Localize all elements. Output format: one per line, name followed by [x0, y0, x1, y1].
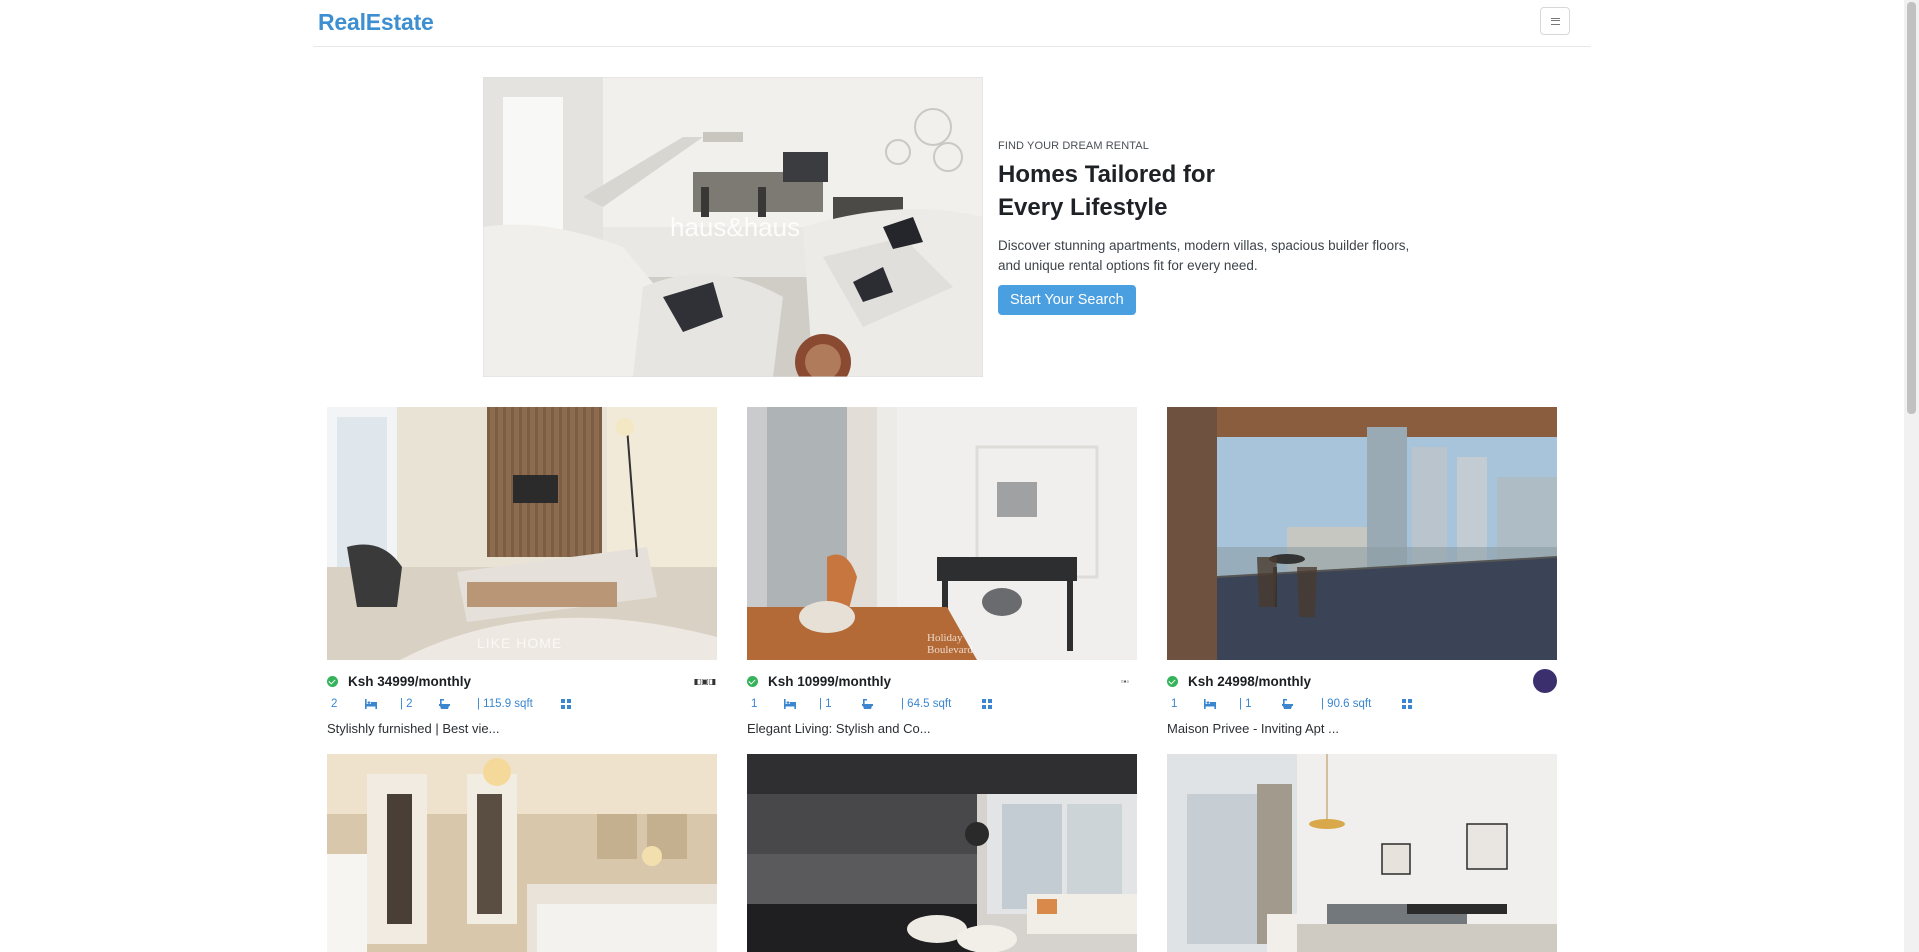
bed-icon: [365, 699, 377, 709]
listing-photo-watermark: Holiday Boulevard: [927, 632, 973, 656]
listing-photo-illustration: [1167, 407, 1557, 660]
hero-description: Discover stunning apartments, modern vil…: [998, 238, 1410, 273]
grid-icon: [1402, 699, 1412, 709]
bath-count: | 1: [1239, 698, 1252, 710]
bed-count: 1: [1171, 698, 1178, 710]
listing-card[interactable]: Ksh 24998/monthly 1 | 1 | 90.6 sqft Mais…: [1167, 407, 1557, 736]
listing-photo-illustration: [747, 754, 1137, 952]
menu-icon: [1550, 17, 1560, 25]
bath-count: | 2: [400, 698, 413, 710]
bed-icon: [1204, 699, 1216, 709]
listing-card[interactable]: [1167, 754, 1557, 952]
bath-icon: [862, 699, 873, 709]
brand-logo[interactable]: RealEstate: [318, 9, 434, 36]
verified-check-icon: [747, 676, 758, 687]
bed-count: 1: [751, 698, 758, 710]
listing-photo-watermark: LIKE HOME: [477, 635, 563, 651]
listing-photo[interactable]: [1167, 754, 1557, 952]
listing-specs: 1 | 1 | 90.6 sqft: [1167, 698, 1557, 713]
agent-logo[interactable]: ◧▣◨: [693, 669, 717, 693]
bath-count: | 1: [819, 698, 832, 710]
listing-photo-illustration: [747, 407, 1137, 660]
listing-photo[interactable]: Holiday Boulevard: [747, 407, 1137, 660]
hero-image: haus&haus: [483, 77, 983, 377]
listing-specs: 1 | 1 | 64.5 sqft: [747, 698, 1137, 713]
bath-icon: [1282, 699, 1293, 709]
area: | 115.9 sqft: [477, 698, 533, 710]
listing-card[interactable]: LIKE HOME Ksh 34999/monthly ◧▣◨ 2 | 2 | …: [327, 407, 717, 736]
grid-icon: [561, 699, 571, 709]
listing-photo[interactable]: [1167, 407, 1557, 660]
listing-price: Ksh 10999/monthly: [768, 674, 892, 689]
agent-logo[interactable]: [1533, 669, 1557, 693]
listing-specs: 2 | 2 | 115.9 sqft: [327, 698, 717, 713]
grid-icon: [982, 699, 992, 709]
hero-title: Homes Tailored for Every Lifestyle: [998, 161, 1215, 221]
listing-photo-illustration: [327, 754, 717, 952]
listing-title[interactable]: Elegant Living: Stylish and Co...: [747, 721, 1137, 736]
bed-icon: [784, 699, 796, 709]
page: RealEstate haus&haus FIND YOUR DREAM REN…: [0, 0, 1919, 952]
listing-photo[interactable]: [327, 754, 717, 952]
hero-image-watermark: haus&haus: [670, 212, 801, 242]
listing-photo[interactable]: [747, 754, 1137, 952]
hero-content: FIND YOUR DREAM RENTAL Homes Tailored fo…: [998, 140, 1428, 315]
page-scrollbar[interactable]: [1904, 0, 1919, 952]
menu-toggle-button[interactable]: [1540, 7, 1570, 35]
listing-card[interactable]: [327, 754, 717, 952]
listing-photo-illustration: [327, 407, 717, 660]
listing-price: Ksh 34999/monthly: [348, 674, 472, 689]
start-search-button[interactable]: Start Your Search: [998, 285, 1136, 315]
bath-icon: [439, 699, 450, 709]
listing-price: Ksh 24998/monthly: [1188, 674, 1312, 689]
area: | 90.6 sqft: [1321, 698, 1372, 710]
scrollbar-thumb[interactable]: [1907, 2, 1916, 414]
verified-check-icon: [327, 676, 338, 687]
listing-title[interactable]: Maison Privee - Inviting Apt ...: [1167, 721, 1557, 736]
navbar: RealEstate: [313, 0, 1591, 47]
listing-photo-illustration: [1167, 754, 1557, 952]
listing-card[interactable]: Holiday Boulevard Ksh 10999/monthly ▫▪◦ …: [747, 407, 1137, 736]
listing-card[interactable]: [747, 754, 1137, 952]
verified-check-icon: [1167, 676, 1178, 687]
bed-count: 2: [331, 698, 338, 710]
agent-logo[interactable]: ▫▪◦: [1113, 669, 1137, 693]
listing-photo[interactable]: LIKE HOME: [327, 407, 717, 660]
hero-eyebrow: FIND YOUR DREAM RENTAL: [998, 140, 1149, 152]
listing-title[interactable]: Stylishly furnished | Best vie...: [327, 721, 717, 736]
area: | 64.5 sqft: [901, 698, 952, 710]
